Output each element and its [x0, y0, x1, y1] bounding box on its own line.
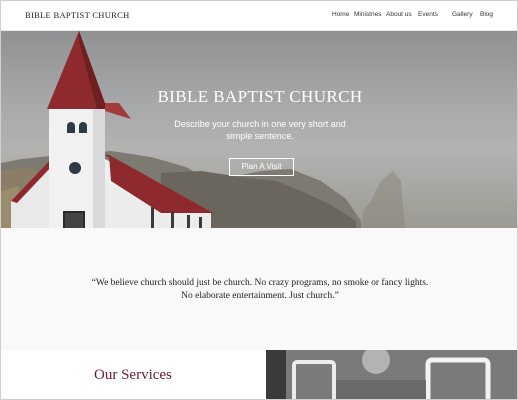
hero-section: BIBLE BAPTIST CHURCH Describe your churc…	[1, 31, 517, 228]
nav-gallery[interactable]: Gallery	[452, 11, 473, 18]
services-title: Our Services	[94, 367, 172, 383]
hero-title: BIBLE BAPTIST CHURCH	[157, 87, 363, 106]
services-image	[266, 350, 517, 399]
plan-a-visit-button[interactable]: Plan A Visit	[229, 158, 294, 176]
nav-blog[interactable]: Blog	[480, 11, 493, 18]
nav-events[interactable]: Events	[418, 11, 438, 18]
nav-home[interactable]: Home	[332, 11, 349, 18]
belief-section: “We believe church should just be church…	[1, 228, 517, 350]
site-header: BIBLE BAPTIST CHURCH Home Ministries Abo…	[1, 1, 517, 31]
nav-ministries[interactable]: Ministries	[354, 11, 381, 18]
page: BIBLE BAPTIST CHURCH Home Ministries Abo…	[0, 0, 518, 400]
belief-quote: “We believe church should just be church…	[91, 278, 429, 301]
hero-subtitle: Describe your church in one very short a…	[174, 119, 346, 141]
nav-about-us[interactable]: About us	[386, 11, 412, 18]
services-panel: Our Services	[1, 350, 266, 399]
services-photo	[266, 350, 517, 399]
site-brand[interactable]: BIBLE BAPTIST CHURCH	[25, 10, 130, 20]
